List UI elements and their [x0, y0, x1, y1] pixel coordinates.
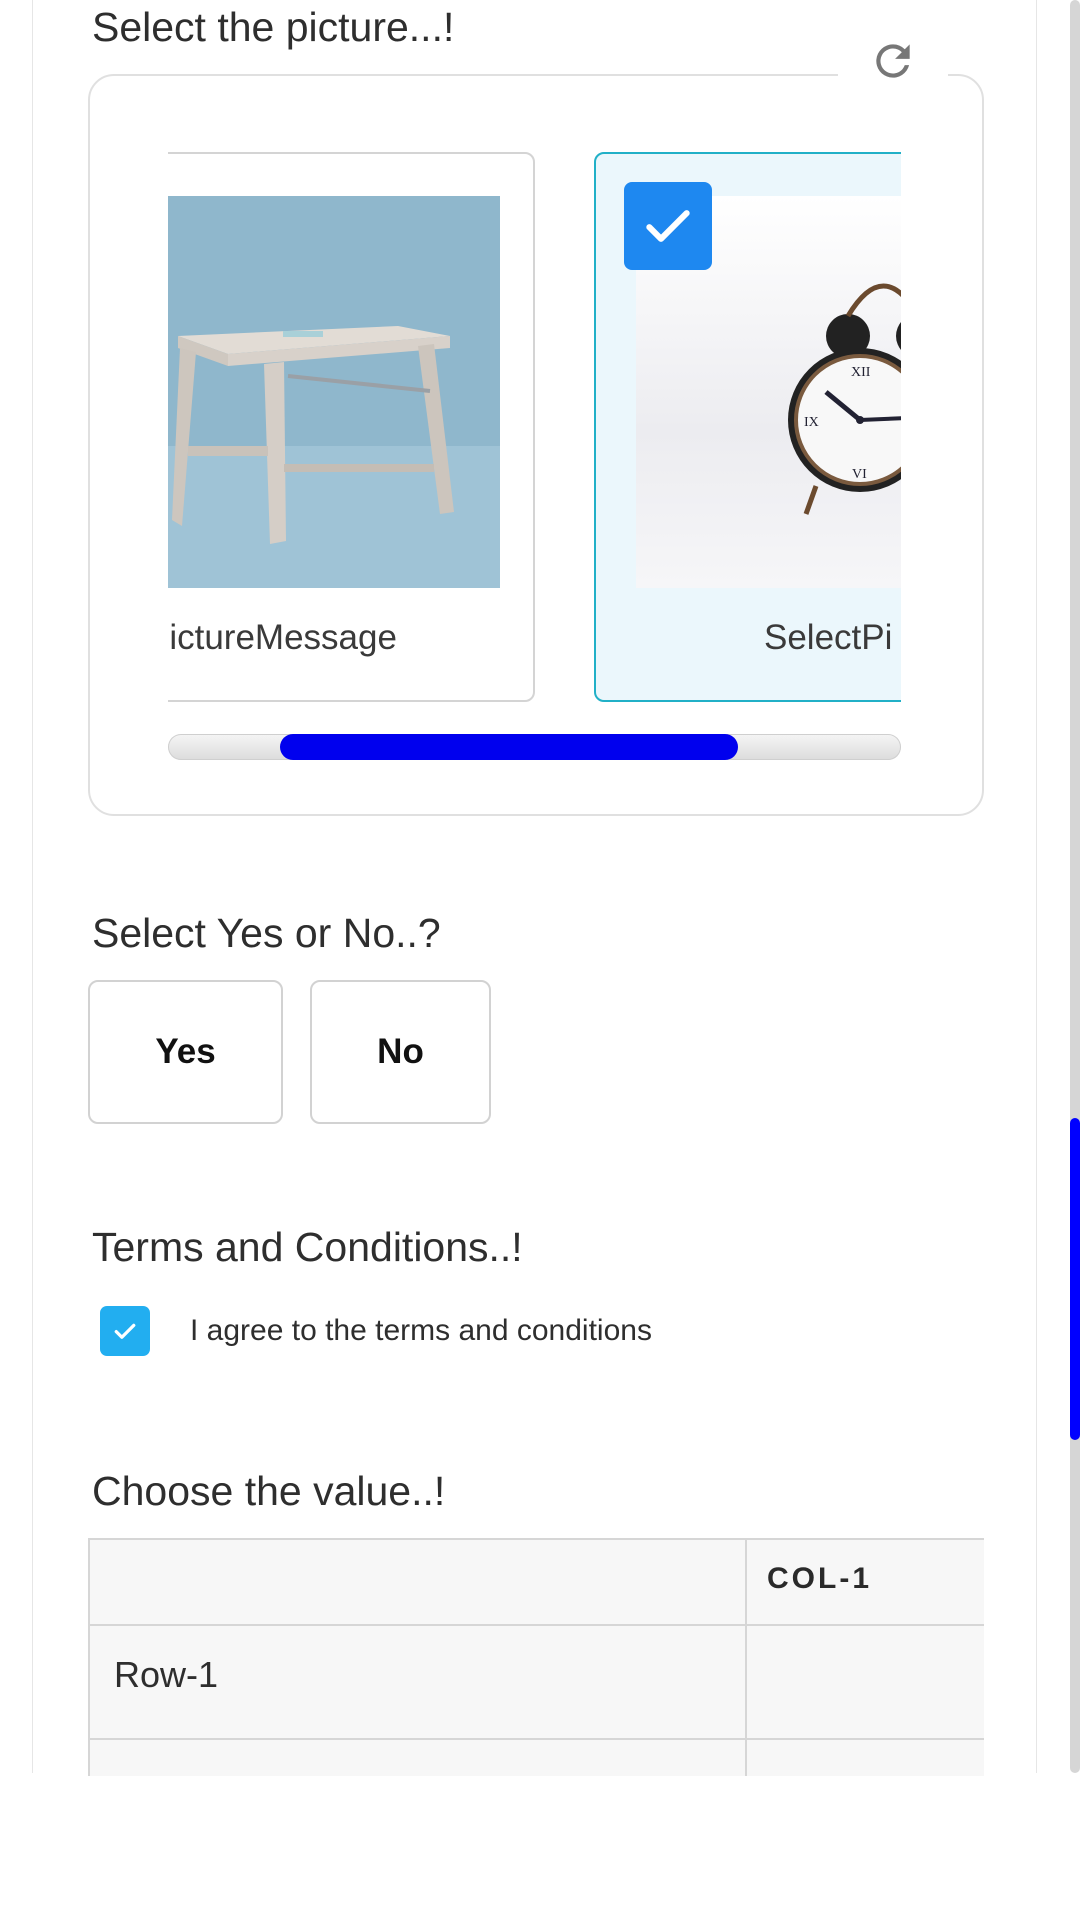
picture-option-card-1[interactable]: PictureMessage	[168, 152, 535, 702]
refresh-button[interactable]	[838, 26, 948, 96]
picture-carousel[interactable]: PictureMessage XII VI IX SelectPi	[168, 152, 901, 708]
matrix-table: COL-1 Row-1	[88, 1538, 984, 1776]
matrix-question-title: Choose the value..!	[92, 1468, 446, 1514]
page-scrollbar-track[interactable]	[1070, 0, 1080, 1773]
matrix-row-label: Row-1	[114, 1654, 219, 1695]
matrix-cell[interactable]	[747, 1626, 984, 1738]
svg-text:IX: IX	[804, 415, 819, 430]
terms-checkbox[interactable]	[100, 1306, 150, 1356]
page-scrollbar-thumb[interactable]	[1070, 1118, 1080, 1440]
refresh-icon	[876, 44, 910, 78]
matrix-column-header: COL-1	[767, 1562, 872, 1595]
checkmark-icon	[114, 1323, 136, 1339]
no-button[interactable]: No	[310, 980, 491, 1124]
carousel-scrollbar-thumb[interactable]	[280, 734, 738, 760]
picture-option-caption-2: SelectPi	[764, 618, 893, 657]
checkmark-icon	[646, 210, 690, 242]
svg-text:VI: VI	[852, 467, 867, 482]
yes-button[interactable]: Yes	[88, 980, 283, 1124]
matrix-column-divider	[745, 1540, 747, 1776]
table-row: Row-1	[90, 1626, 984, 1740]
picture-option-card-2[interactable]: XII VI IX SelectPi	[594, 152, 901, 702]
matrix-header-row: COL-1	[90, 1540, 984, 1626]
picture-option-caption-1: PictureMessage	[168, 618, 397, 657]
picture-question-title: Select the picture...!	[92, 4, 455, 50]
terms-checkbox-label[interactable]: I agree to the terms and conditions	[190, 1314, 652, 1348]
terms-title: Terms and Conditions..!	[92, 1224, 523, 1270]
table-row	[90, 1740, 984, 1776]
svg-text:XII: XII	[851, 365, 871, 380]
carousel-scrollbar-track[interactable]	[168, 734, 901, 760]
selected-check-badge	[624, 182, 712, 270]
yes-no-question-title: Select Yes or No..?	[92, 910, 441, 956]
stool-image	[168, 196, 500, 588]
